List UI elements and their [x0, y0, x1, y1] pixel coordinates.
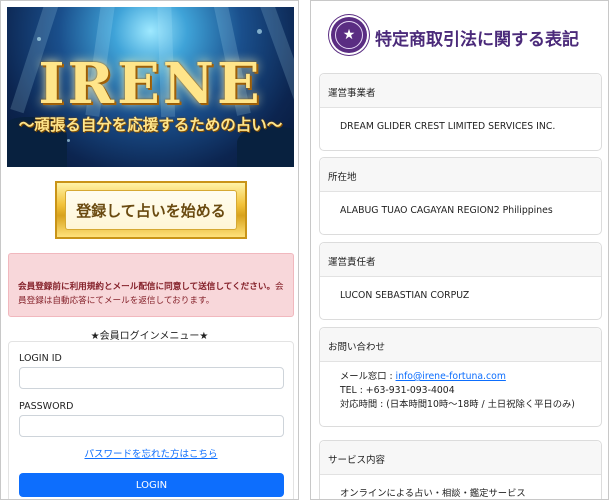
mail-link[interactable]: info@irene-fortuna.com [396, 371, 506, 382]
registration-alert: 会員登録前に利用規約とメール配信に同意して送信してください。会員登録は自動応答に… [8, 253, 294, 317]
left-panel: IRENE 〜頑張る自分を応援するための占い〜 登録して占いを始める 会員登録前… [0, 0, 299, 500]
mail-label: メール窓口 : [340, 371, 396, 382]
section-heading: 運営事業者 [320, 74, 601, 108]
start-fortune-button[interactable]: 登録して占いを始める [55, 181, 247, 239]
login-id-input[interactable] [19, 367, 284, 389]
login-menu-heading: ★会員ログインメニュー★ [90, 331, 209, 342]
password-input[interactable] [19, 415, 284, 437]
page-title: 特定商取引法に関する表記 [375, 30, 579, 50]
section-value: ALABUG TUAO CAGAYAN REGION2 Philippines [340, 205, 553, 216]
forgot-password-link[interactable]: パスワードを忘れた方はこちら [9, 446, 293, 460]
tel-value: TEL : +63-931-093-4004 [340, 385, 455, 396]
section-value: LUCON SEBASTIAN CORPUZ [340, 290, 470, 301]
section-address: 所在地 ALABUG TUAO CAGAYAN REGION2 Philippi… [319, 157, 602, 235]
section-heading: お問い合わせ [320, 328, 601, 362]
password-label: PASSWORD [19, 401, 74, 412]
login-card: LOGIN ID PASSWORD パスワードを忘れた方はこちら LOGIN [8, 341, 294, 499]
section-value: DREAM GLIDER CREST LIMITED SERVICES INC. [340, 121, 556, 132]
login-id-label: LOGIN ID [19, 353, 62, 364]
start-fortune-label: 登録して占いを始める [76, 201, 226, 220]
star-emblem-icon: ★ [331, 17, 367, 53]
hero-subtitle: 〜頑張る自分を応援するための占い〜 [18, 115, 283, 134]
section-heading: 運営責任者 [320, 243, 601, 277]
section-heading: サービス内容 [320, 441, 601, 475]
hours-value: 対応時間 : (日本時間10時〜18時 / 土日祝除く平日のみ) [340, 399, 575, 410]
alert-bold-text: 会員登録前に利用規約とメール配信に同意して送信してください。 [18, 282, 276, 292]
section-value: オンラインによる占い・相談・鑑定サービス [340, 488, 526, 499]
hero-title: IRENE [38, 51, 263, 117]
section-heading: 所在地 [320, 158, 601, 192]
right-panel: ★ 特定商取引法に関する表記 運営事業者 DREAM GLIDER CREST … [310, 0, 609, 500]
hero-banner: IRENE 〜頑張る自分を応援するための占い〜 [7, 7, 294, 167]
section-contact: お問い合わせ メール窓口 : info@irene-fortuna.com TE… [319, 327, 602, 427]
section-service: サービス内容 オンラインによる占い・相談・鑑定サービス [319, 440, 602, 499]
login-button[interactable]: LOGIN [19, 473, 284, 497]
section-manager: 運営責任者 LUCON SEBASTIAN CORPUZ [319, 242, 602, 320]
section-operator: 運営事業者 DREAM GLIDER CREST LIMITED SERVICE… [319, 73, 602, 151]
